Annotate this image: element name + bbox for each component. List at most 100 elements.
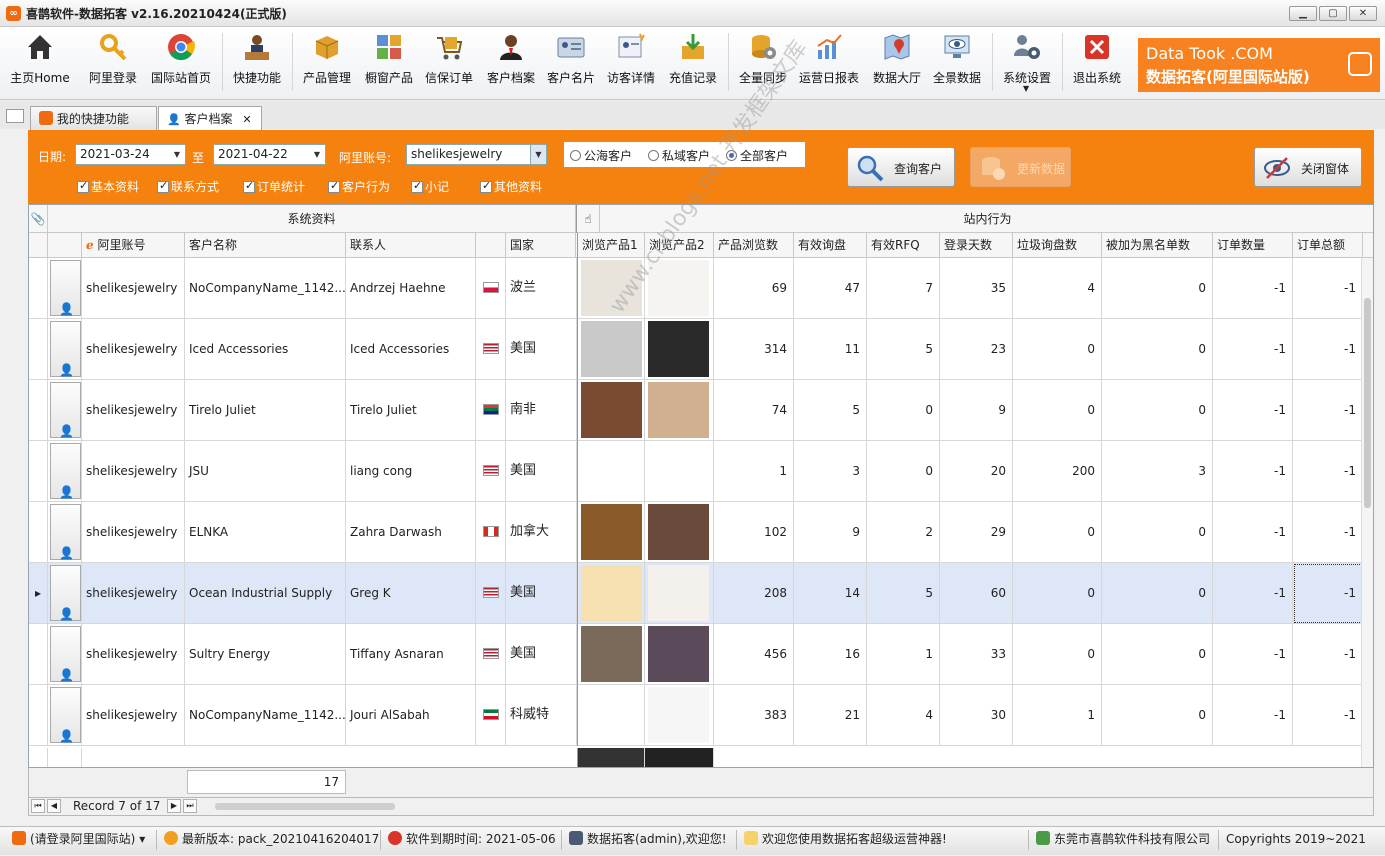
header-valid-rfq[interactable]: 有效RFQ xyxy=(867,233,940,258)
toolbar-visitor-button[interactable]: 访客详情 xyxy=(602,27,660,100)
product-thumbnail[interactable] xyxy=(648,321,709,377)
map-icon xyxy=(881,31,913,63)
product-thumbnail[interactable] xyxy=(648,504,709,560)
header-viewed-product-2[interactable]: 浏览产品2 xyxy=(645,233,714,258)
customer-detail-button[interactable]: 👤 xyxy=(50,687,81,743)
product-thumbnail[interactable] xyxy=(581,565,642,621)
toolbar-business-card-button[interactable]: 客户名片 xyxy=(542,27,600,100)
check-order-stats[interactable]: 订单统计 xyxy=(243,178,305,195)
customer-detail-button[interactable]: 👤 xyxy=(50,321,81,377)
nav-next-button[interactable]: ▶ xyxy=(167,799,181,813)
radio-all-customer[interactable]: 全部客户 xyxy=(726,147,788,164)
check-customer-behavior[interactable]: 客户行为 xyxy=(328,178,390,195)
header-valid-inquiries[interactable]: 有效询盘 xyxy=(794,233,867,258)
customer-detail-button[interactable]: 👤 xyxy=(50,443,81,499)
table-row[interactable]: 👤 shelikesjewelry ELNKA Zahra Darwash 加拿大 102… xyxy=(29,502,1373,563)
cell-ali-account: shelikesjewelry xyxy=(82,319,185,380)
header-order-total[interactable]: 订单总额 xyxy=(1293,233,1363,258)
minimize-button[interactable]: ▁ xyxy=(1289,6,1317,21)
product-thumbnail[interactable] xyxy=(581,687,642,743)
customer-detail-button[interactable]: 👤 xyxy=(50,504,81,560)
check-basic-info[interactable]: 基本资料 xyxy=(77,178,139,195)
customer-detail-button[interactable]: 👤 xyxy=(50,260,81,316)
table-row[interactable]: 👤 shelikesjewelry Sultry Energy Tiffany Asn… xyxy=(29,624,1373,685)
nav-prev-button[interactable]: ◀ xyxy=(47,799,61,813)
tab-menu-button[interactable] xyxy=(6,109,24,123)
banner-line2: 数据拓客(阿里国际站版) xyxy=(1146,68,1310,86)
product-thumbnail[interactable] xyxy=(581,626,642,682)
close-window-button[interactable]: ✕ xyxy=(1349,6,1377,21)
product-thumbnail[interactable] xyxy=(581,382,642,438)
header-blacklisted[interactable]: 被加为黑名单数 xyxy=(1102,233,1213,258)
customer-detail-button[interactable]: 👤 xyxy=(50,382,81,438)
toolbar-recharge-button[interactable]: 充值记录 xyxy=(664,27,722,100)
account-select[interactable]: shelikesjewelry ▼ xyxy=(406,144,547,165)
table-row[interactable]: 👤 shelikesjewelry JSU liang cong 美国 1 3 0 20 200 3… xyxy=(29,441,1373,502)
toolbar-home-button[interactable]: 主页Home xyxy=(6,27,74,100)
product-thumbnail[interactable] xyxy=(581,504,642,560)
toolbar-full-sync-button[interactable]: 全量同步 xyxy=(734,27,792,100)
check-contact[interactable]: 联系方式 xyxy=(157,178,219,195)
product-thumbnail[interactable] xyxy=(581,260,642,316)
update-data-button[interactable]: 更新数据 xyxy=(970,147,1071,187)
close-form-button[interactable]: 关闭窗体 xyxy=(1254,147,1362,187)
header-login-days[interactable]: 登录天数 xyxy=(940,233,1013,258)
key-icon xyxy=(97,31,129,63)
header-country[interactable]: 国家 xyxy=(506,233,576,258)
header-viewed-product-1[interactable]: 浏览产品1 xyxy=(577,233,645,258)
toolbar-daily-report-button[interactable]: 运营日报表 xyxy=(796,27,862,100)
toolbar-data-hall-button[interactable]: 数据大厅 xyxy=(868,27,926,100)
toolbar-trade-order-button[interactable]: 信保订单 xyxy=(420,27,478,100)
nav-first-button[interactable]: ⏮ xyxy=(31,799,45,813)
toolbar-exit-button[interactable]: 退出系统 xyxy=(1068,27,1126,100)
check-notes[interactable]: 小记 xyxy=(411,178,449,195)
header-customer-name[interactable]: 客户名称 xyxy=(185,233,346,258)
toolbar-product-button[interactable]: 产品管理 xyxy=(298,27,356,100)
grid-header-row: ℯ 阿里账号 客户名称 联系人 国家 浏览产品1 浏览产品2 产品浏览数 有效询… xyxy=(29,233,1373,258)
table-row[interactable]: ▸ 👤 shelikesjewelry Ocean Industrial Supply… xyxy=(29,563,1373,624)
toolbar-panorama-button[interactable]: 全景数据 xyxy=(928,27,986,100)
customer-detail-button[interactable]: 👤 xyxy=(50,626,81,682)
table-row[interactable]: 👤 shelikesjewelry NoCompanyName_1142... Jou… xyxy=(29,685,1373,746)
tab-my-shortcuts[interactable]: 我的快捷功能 xyxy=(30,106,157,130)
table-row[interactable]: 👤 shelikesjewelry NoCompanyName_1142... And… xyxy=(29,258,1373,319)
header-order-count[interactable]: 订单数量 xyxy=(1213,233,1293,258)
header-spam-inquiries[interactable]: 垃圾询盘数 xyxy=(1013,233,1102,258)
nav-last-button[interactable]: ⏭ xyxy=(183,799,197,813)
product-thumbnail[interactable] xyxy=(648,443,709,499)
query-customer-button[interactable]: 查询客户 xyxy=(847,147,955,187)
header-contact[interactable]: 联系人 xyxy=(346,233,476,258)
radio-public-customer[interactable]: 公海客户 xyxy=(570,147,632,164)
cell-product-views: 456 xyxy=(714,624,794,685)
table-row[interactable]: 👤 shelikesjewelry Iced Accessories Iced Acc… xyxy=(29,319,1373,380)
product-thumbnail[interactable] xyxy=(648,687,709,743)
tab-customer-file[interactable]: 👤 客户档案 ✕ xyxy=(158,106,262,131)
cell-blacklisted: 0 xyxy=(1102,258,1213,319)
tab-close-icon[interactable]: ✕ xyxy=(242,113,251,126)
toolbar-ali-login-button[interactable]: 阿里登录 xyxy=(84,27,142,100)
login-status[interactable]: (请登录阿里国际站) ▾ xyxy=(12,827,145,856)
maximize-button[interactable]: ▢ xyxy=(1319,6,1347,21)
product-thumbnail[interactable] xyxy=(648,260,709,316)
date-to-picker[interactable]: 2021-04-22 ▼ xyxy=(213,144,326,165)
toolbar-showcase-button[interactable]: 橱窗产品 xyxy=(360,27,418,100)
cell-spam-inquiries: 4 xyxy=(1013,258,1102,319)
date-from-picker[interactable]: 2021-03-24 ▼ xyxy=(75,144,186,165)
horizontal-scrollbar[interactable] xyxy=(215,803,395,810)
product-thumbnail[interactable] xyxy=(648,626,709,682)
table-row[interactable]: 👤 shelikesjewelry Tirelo Juliet Tirelo Juli… xyxy=(29,380,1373,441)
grid-vertical-scrollbar[interactable] xyxy=(1361,258,1373,767)
toolbar-intl-home-button[interactable]: 国际站首页 xyxy=(148,27,214,100)
product-thumbnail[interactable] xyxy=(648,565,709,621)
toolbar-customer-file-button[interactable]: 客户档案 xyxy=(482,27,540,100)
toolbar-system-settings-button[interactable]: 系统设置 ▼ xyxy=(998,27,1056,100)
toolbar-shortcut-button[interactable]: 快捷功能 xyxy=(228,27,286,100)
radio-private-customer[interactable]: 私域客户 xyxy=(648,147,710,164)
product-thumbnail[interactable] xyxy=(648,382,709,438)
check-other-info[interactable]: 其他资料 xyxy=(480,178,542,195)
product-thumbnail[interactable] xyxy=(581,443,642,499)
header-product-views[interactable]: 产品浏览数 xyxy=(714,233,794,258)
header-ali-account[interactable]: ℯ 阿里账号 xyxy=(82,233,185,258)
customer-detail-button[interactable]: 👤 xyxy=(50,565,81,621)
product-thumbnail[interactable] xyxy=(581,321,642,377)
